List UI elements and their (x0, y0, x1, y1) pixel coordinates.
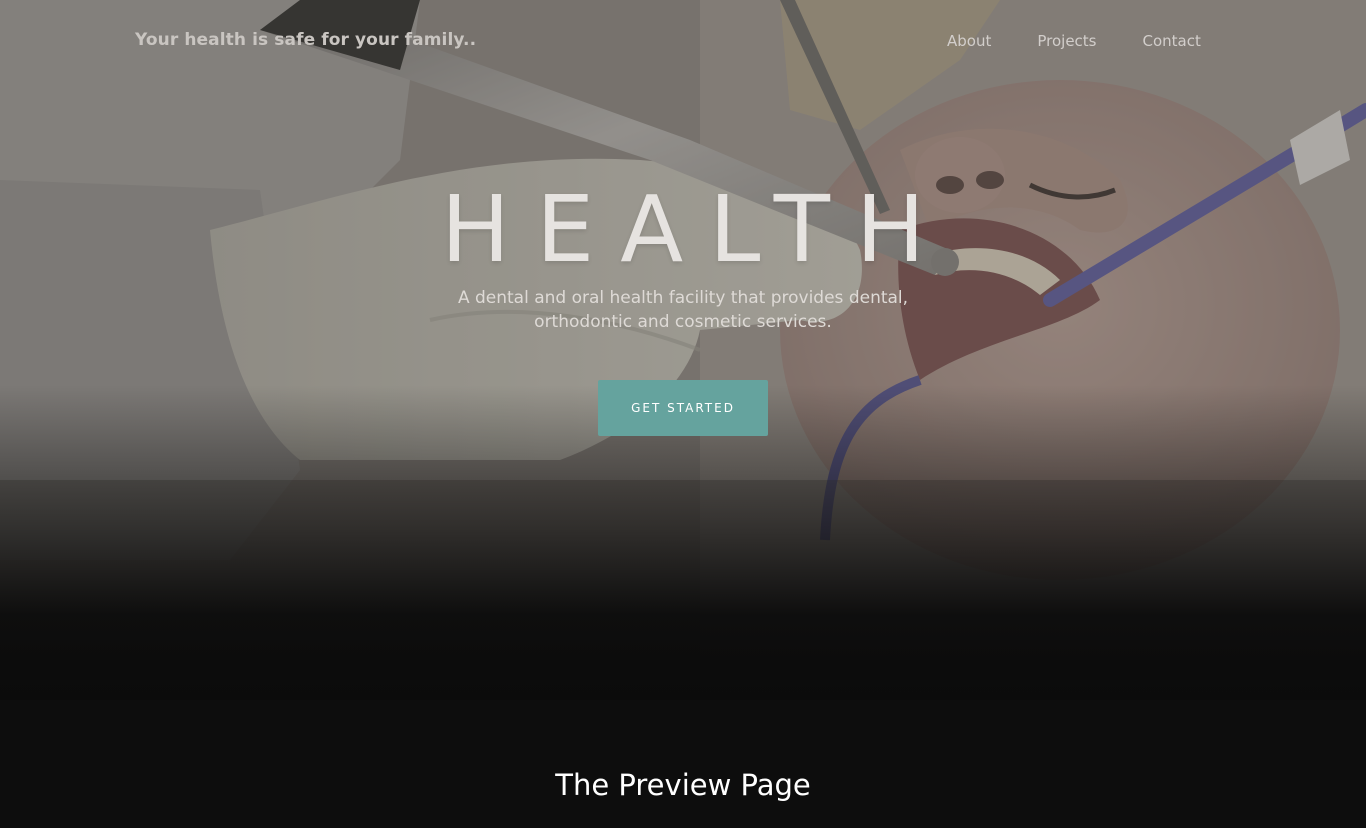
nav-link-projects[interactable]: Projects (1037, 32, 1096, 50)
nav-links: About Projects Contact (947, 32, 1201, 50)
hero-dark-overlay (0, 0, 1366, 700)
hero-section: Your health is safe for your family.. Ab… (0, 0, 1366, 700)
nav-link-contact[interactable]: Contact (1143, 32, 1201, 50)
hero-subtitle: A dental and oral health facility that p… (457, 288, 909, 332)
nav-link-about[interactable]: About (947, 32, 991, 50)
page: Your health is safe for your family.. Ab… (0, 0, 1366, 828)
get-started-button[interactable]: GET STARTED (598, 380, 768, 436)
brand-tagline[interactable]: Your health is safe for your family.. (135, 30, 476, 50)
preview-section-title: The Preview Page (555, 768, 811, 802)
top-navbar: Your health is safe for your family.. Ab… (0, 0, 1366, 84)
hero-title: HEALTH (440, 176, 952, 283)
